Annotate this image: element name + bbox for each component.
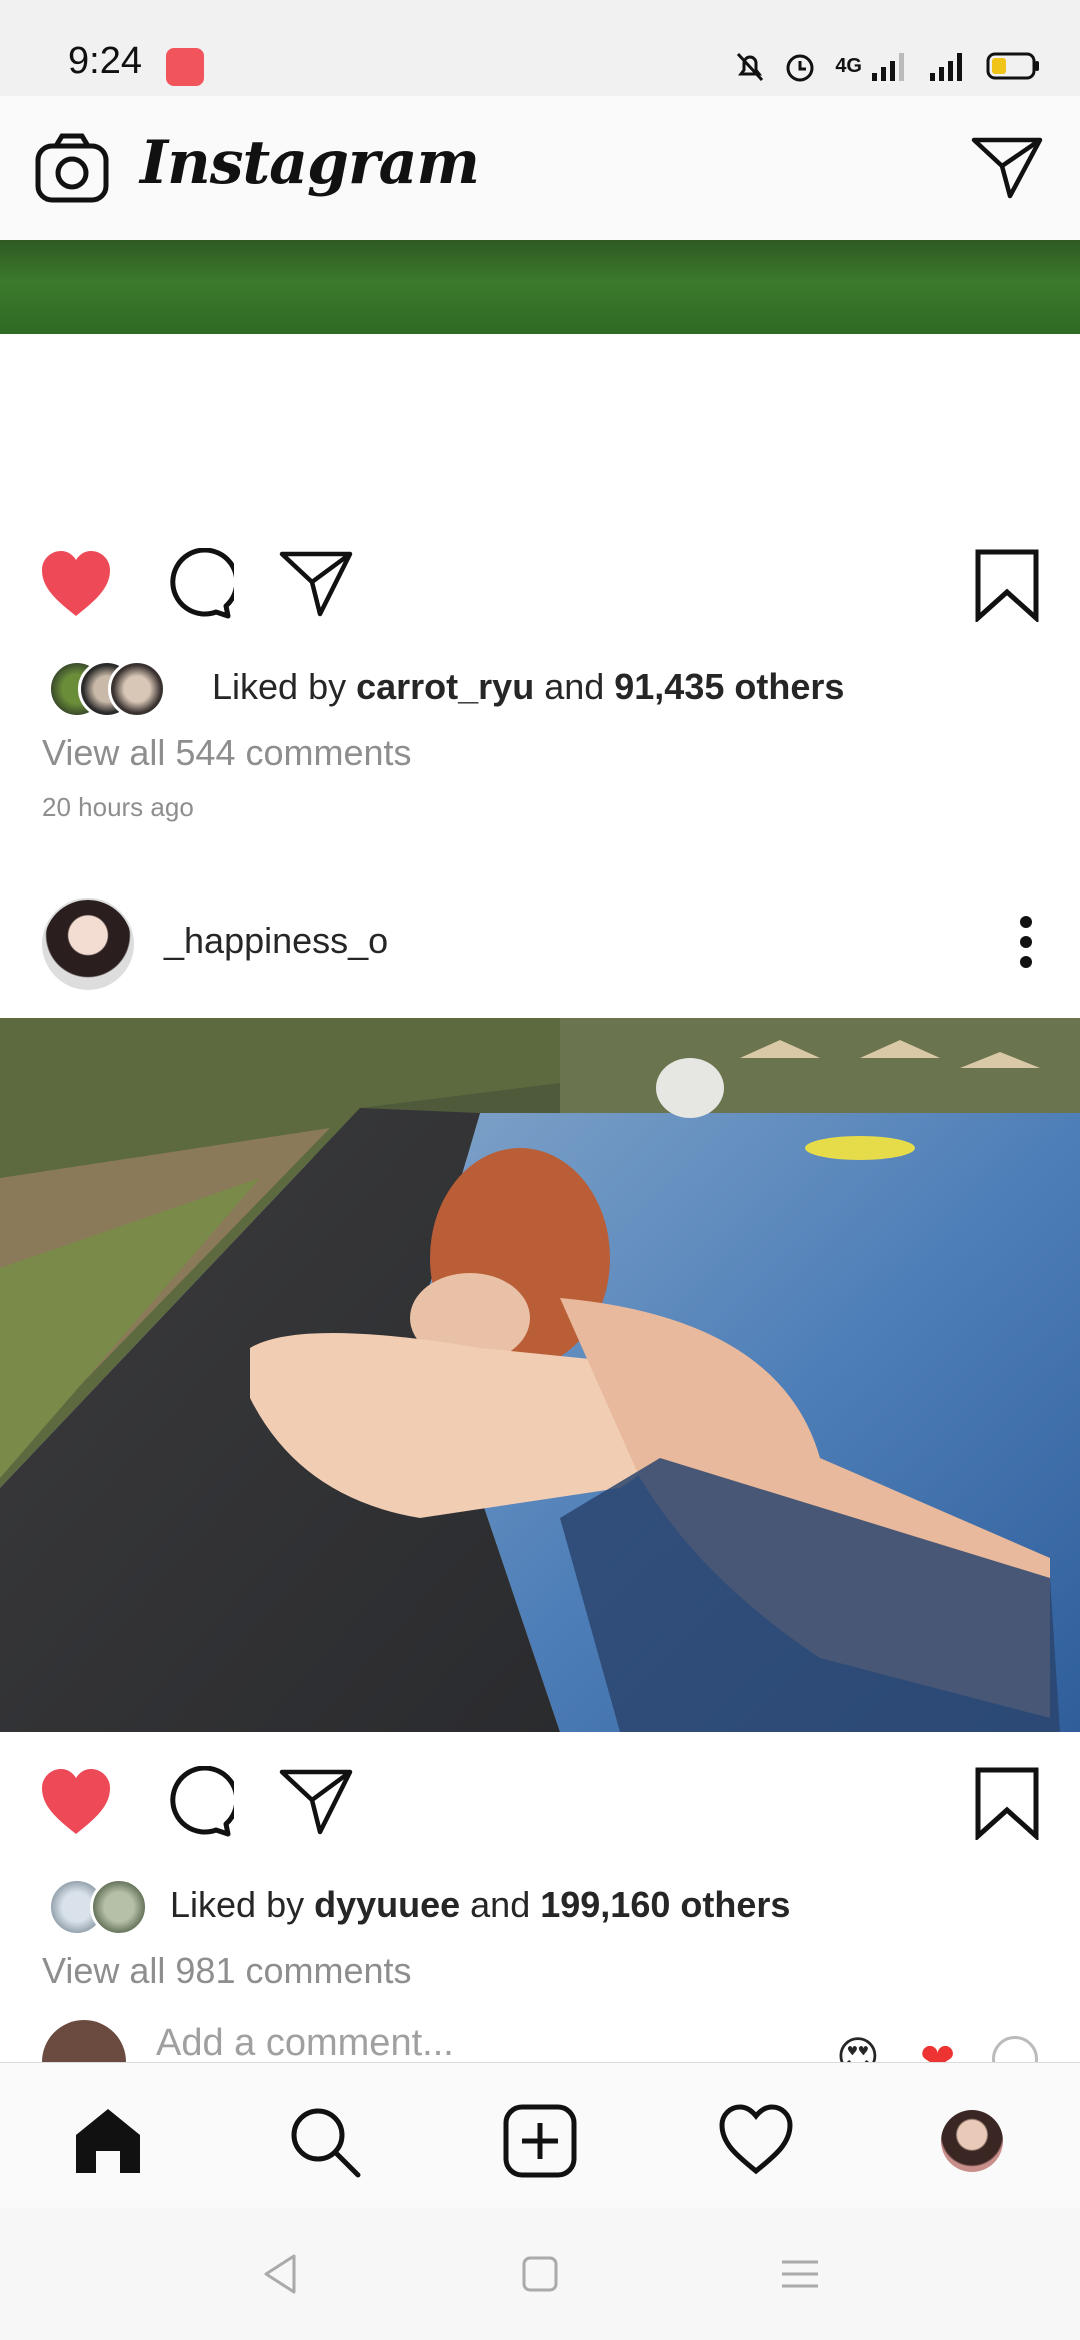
- add-emoji-button[interactable]: [992, 2036, 1038, 2064]
- post2-comment-button[interactable]: [158, 1765, 240, 1838]
- post1-likes-text[interactable]: Liked by carrot_ryu and 91,435 others: [212, 666, 844, 708]
- status-icons: 4G: [735, 44, 1040, 88]
- pool-photo: [0, 1018, 1080, 1732]
- post1-image[interactable]: [0, 240, 1080, 334]
- bookmark-icon: [975, 1767, 1039, 1842]
- post2-likes-text[interactable]: Liked by dyyuuee and 199,160 others: [170, 1884, 790, 1926]
- home-square-icon: [522, 2256, 558, 2292]
- liked-by-username[interactable]: carrot_ryu: [356, 666, 534, 707]
- tab-profile[interactable]: [932, 2101, 1012, 2181]
- post2-likes-row: Liked by dyyuuee and 199,160 others: [0, 1874, 1080, 1936]
- post2-like-button[interactable]: [38, 1766, 114, 1838]
- network-type: 4G: [835, 54, 862, 77]
- liked-by-username[interactable]: dyyuuee: [314, 1884, 460, 1925]
- heart-filled-icon: [42, 551, 110, 616]
- back-icon: [264, 2254, 296, 2294]
- likes-prefix: Liked by: [170, 1884, 315, 1925]
- post2-username[interactable]: _happiness_o: [164, 920, 388, 962]
- likes-and: and: [534, 666, 615, 707]
- add-comment-row: Add a comment... 😍 ❤: [0, 2016, 1080, 2064]
- red-heart-emoji-button[interactable]: ❤: [920, 2034, 955, 2064]
- bookmark-icon: [975, 549, 1039, 624]
- post1-save-button[interactable]: [972, 548, 1042, 624]
- app-logo-title: Instagram: [140, 128, 480, 198]
- heart-filled-icon: [42, 1769, 110, 1834]
- camera-button[interactable]: [34, 132, 110, 204]
- app-header: Instagram: [0, 96, 1080, 241]
- search-icon: [291, 2108, 361, 2178]
- post2-view-comments-link[interactable]: View all 981 comments: [42, 1950, 412, 1992]
- status-bar: 9:24 4G: [0, 0, 1080, 96]
- more-vertical-icon: [1020, 916, 1032, 968]
- post1-likes-row: Liked by carrot_ryu and 91,435 others: [0, 656, 1080, 718]
- signal-icon-2: [930, 53, 962, 81]
- profile-avatar: [941, 2110, 1003, 2172]
- activity-heart-icon: [719, 2104, 793, 2175]
- comment-icon: [170, 547, 240, 619]
- post2-save-button[interactable]: [972, 1766, 1042, 1842]
- current-user-avatar: [42, 2020, 126, 2064]
- bottom-tab-bar: [0, 2062, 1080, 2209]
- post2-more-options-button[interactable]: [1018, 914, 1034, 970]
- post2-author-avatar[interactable]: [42, 898, 134, 990]
- nav-menu-button[interactable]: [778, 2252, 822, 2296]
- likes-prefix: Liked by: [212, 666, 357, 707]
- system-nav-bar: [0, 2208, 1080, 2340]
- tab-activity[interactable]: [716, 2101, 796, 2181]
- signal-icon: [872, 53, 904, 81]
- post2-image[interactable]: [0, 1018, 1080, 1732]
- comment-icon: [170, 1765, 240, 1837]
- post2-action-row: [0, 1758, 1080, 1848]
- post1-view-comments-link[interactable]: View all 544 comments: [42, 732, 412, 774]
- status-time: 9:24: [68, 40, 142, 82]
- tab-home[interactable]: [68, 2101, 148, 2181]
- alarm-icon: [786, 54, 814, 82]
- nav-home-button[interactable]: [518, 2252, 562, 2296]
- post1-timestamp: 20 hours ago: [42, 792, 194, 822]
- post1-like-button[interactable]: [38, 548, 114, 620]
- heart-eyes-emoji-button[interactable]: 😍: [836, 2032, 880, 2064]
- direct-message-button[interactable]: [970, 134, 1044, 200]
- likes-and: and: [460, 1884, 541, 1925]
- post1-comment-button[interactable]: [158, 547, 240, 620]
- share-icon: [279, 1769, 353, 1835]
- camera-icon: [35, 133, 109, 203]
- nav-back-button[interactable]: [258, 2252, 302, 2296]
- post2-share-button[interactable]: [278, 1766, 354, 1838]
- post1-action-row: [0, 540, 1080, 630]
- new-post-icon: [503, 2104, 577, 2178]
- notification-app-icon: [166, 48, 204, 86]
- liker-avatar: [90, 1878, 148, 1936]
- direct-message-icon: [971, 137, 1043, 199]
- post1-share-button[interactable]: [278, 548, 354, 620]
- add-comment-input[interactable]: Add a comment...: [156, 2022, 454, 2064]
- tab-search[interactable]: [284, 2101, 364, 2181]
- mute-bell-icon: [737, 52, 764, 82]
- home-icon: [76, 2109, 140, 2173]
- liker-avatar: [108, 660, 166, 718]
- tab-new-post[interactable]: [500, 2101, 580, 2181]
- battery-icon: [986, 52, 1039, 80]
- likes-count[interactable]: 91,435 others: [614, 666, 844, 707]
- menu-icon: [782, 2260, 818, 2288]
- likes-count[interactable]: 199,160 others: [540, 1884, 790, 1925]
- post2-header: _happiness_o: [0, 880, 1080, 1020]
- share-icon: [279, 551, 353, 617]
